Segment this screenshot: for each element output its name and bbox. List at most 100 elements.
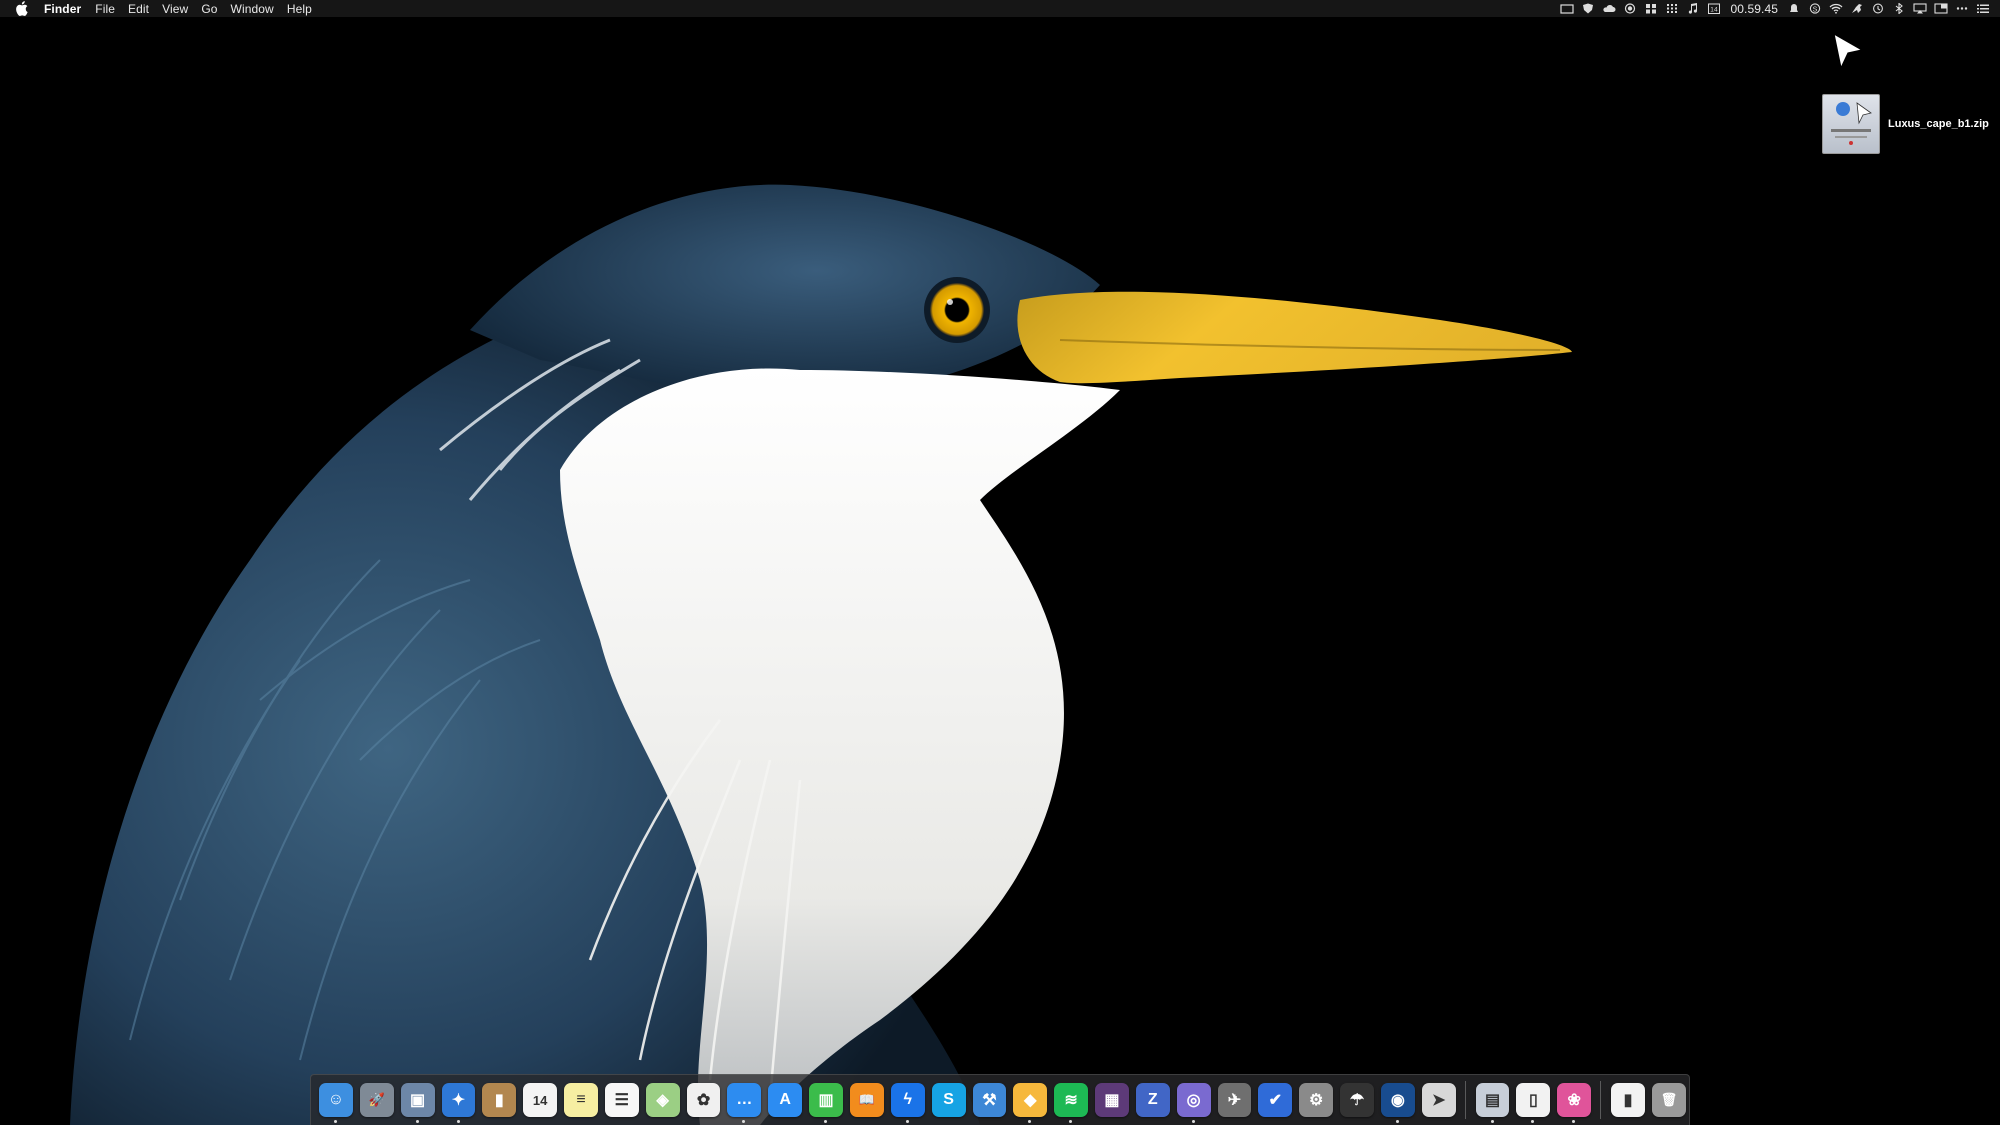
menu-edit[interactable]: Edit [128, 2, 149, 16]
browser-icon[interactable]: ◉ [1380, 1083, 1415, 1123]
wunderlist-check-icon[interactable]: ✔ [1258, 1083, 1293, 1117]
safari-icon[interactable]: ✦ [441, 1083, 476, 1123]
cursor-app-icon[interactable]: ➤ [1421, 1083, 1456, 1117]
desktop-file-label: Luxus_cape_b1.zip [1888, 118, 1989, 130]
photos-icon[interactable]: ✿ [686, 1083, 721, 1117]
textedit-icon[interactable]: Z [1135, 1083, 1170, 1117]
trash-icon[interactable]: 🗑 [1652, 1083, 1686, 1117]
calendar-icon[interactable]: 14 [1707, 3, 1721, 14]
zip-file-icon[interactable] [1822, 94, 1880, 154]
menu-app-finder[interactable]: Finder [44, 2, 81, 16]
numbers-icon[interactable]: ▥ [809, 1083, 843, 1123]
sketch-icon[interactable]: ◆ [1013, 1083, 1048, 1123]
dock-glyph: ▦ [1104, 1092, 1120, 1109]
messages-icon[interactable]: … [727, 1083, 762, 1123]
wifi-icon[interactable] [1829, 3, 1843, 14]
dock-glyph: ▮ [1623, 1092, 1633, 1109]
xcode-icon[interactable]: ⚒ [972, 1083, 1007, 1117]
reminders-icon[interactable]: ☰ [604, 1083, 639, 1117]
running-indicator [456, 1120, 460, 1123]
dock-glyph: ✦ [451, 1092, 466, 1109]
dock-glyph: ▣ [410, 1092, 426, 1109]
bluetooth-icon[interactable] [1892, 3, 1906, 14]
running-indicator [1069, 1120, 1073, 1123]
dock-glyph: ✿ [696, 1092, 711, 1109]
dock-glyph: … [736, 1091, 753, 1108]
books-icon[interactable]: 📖 [849, 1083, 884, 1117]
record-icon[interactable] [1623, 3, 1637, 14]
status-bar: 14 00.59.45 S [1560, 0, 1990, 17]
automator-icon[interactable]: ✈ [1217, 1083, 1252, 1117]
archive-icon[interactable]: ▮ [1611, 1083, 1645, 1117]
notes-icon[interactable]: ≡ [564, 1083, 598, 1117]
dock-glyph: ▤ [1484, 1092, 1501, 1109]
calendar-icon[interactable]: 14 [523, 1083, 558, 1117]
dock-glyph: ▯ [1528, 1092, 1538, 1109]
dock-glyph: 🗑 [1660, 1092, 1678, 1107]
running-indicator [824, 1120, 828, 1123]
menu-window[interactable]: Window [231, 2, 274, 16]
menu-bar: Finder File Edit View Go Window Help 14 … [0, 0, 2000, 17]
svg-text:14: 14 [1711, 7, 1719, 14]
list-icon[interactable] [1976, 3, 1990, 14]
dock-glyph: ◉ [1390, 1092, 1405, 1109]
dock-glyph: A [779, 1091, 791, 1108]
dock-separator [1464, 1081, 1466, 1119]
proxy-icon[interactable]: ◎ [1176, 1083, 1211, 1123]
skype-icon[interactable]: S [931, 1083, 966, 1117]
dock-glyph: ▥ [818, 1092, 834, 1109]
calculator-grid-icon[interactable] [1665, 3, 1679, 14]
document-icon[interactable]: ▯ [1516, 1083, 1551, 1123]
running-indicator [1531, 1120, 1535, 1123]
notification-icon[interactable] [1787, 3, 1801, 14]
maps-icon[interactable]: ◈ [645, 1083, 680, 1117]
finder-icon[interactable]: ☺ [319, 1083, 353, 1123]
system-preferences-icon[interactable]: ⚙ [1299, 1083, 1334, 1117]
launchpad-icon[interactable]: 🚀 [359, 1083, 394, 1117]
skype-status-icon[interactable]: S [1808, 3, 1822, 14]
photo-app-icon[interactable]: ❀ [1557, 1083, 1592, 1123]
dock-glyph: 📖 [858, 1092, 875, 1107]
grid-icon[interactable] [1644, 3, 1658, 14]
calculator-icon[interactable]: ▦ [1095, 1083, 1129, 1117]
running-indicator [742, 1120, 746, 1123]
contacts-icon[interactable]: ▮ [482, 1083, 517, 1117]
dock-glyph: ⚙ [1309, 1092, 1324, 1109]
more-icon[interactable] [1955, 3, 1969, 14]
running-indicator [415, 1120, 419, 1123]
dock-glyph: ☺ [327, 1091, 345, 1108]
cloud-icon[interactable] [1602, 3, 1616, 14]
preview-icon[interactable]: ▣ [400, 1083, 435, 1123]
spotify-icon[interactable]: ≋ [1054, 1083, 1089, 1123]
music-note-icon[interactable] [1686, 3, 1700, 14]
display-mirror-icon[interactable] [1934, 3, 1948, 14]
airplay-icon[interactable] [1913, 3, 1927, 14]
dock-glyph: Z [1147, 1091, 1158, 1108]
menu-view[interactable]: View [162, 2, 188, 16]
app-store-icon[interactable]: A [768, 1083, 803, 1117]
parachute-icon[interactable]: ☂ [1340, 1083, 1374, 1117]
mouse-pointer-icon [1833, 32, 1864, 70]
running-indicator [1028, 1120, 1032, 1123]
desktop-file-item[interactable]: Luxus_cape_b1.zip [1822, 94, 1989, 154]
apple-menu-icon[interactable] [15, 1, 28, 16]
shield-icon[interactable] [1581, 3, 1595, 14]
menu-help[interactable]: Help [287, 2, 312, 16]
dock-glyph: ◈ [656, 1092, 669, 1109]
dock-glyph: ✈ [1227, 1092, 1242, 1109]
dock-glyph: ◆ [1024, 1092, 1037, 1109]
menu-go[interactable]: Go [201, 2, 217, 16]
menu-file[interactable]: File [95, 2, 115, 16]
messenger-icon[interactable]: ϟ [890, 1083, 925, 1123]
dock-glyph: S [943, 1091, 954, 1108]
kangaroo-icon[interactable] [1850, 3, 1864, 14]
dock-glyph: ✔ [1268, 1092, 1283, 1109]
display-icon[interactable] [1560, 3, 1575, 14]
dock-glyph: ➤ [1432, 1092, 1446, 1109]
running-indicator [1572, 1120, 1576, 1123]
clock-text[interactable]: 00.59.45 [1730, 2, 1778, 16]
time-machine-icon[interactable] [1871, 3, 1885, 14]
image-folder-icon[interactable]: ▤ [1475, 1083, 1510, 1123]
dock-glyph: ☂ [1349, 1092, 1365, 1109]
dock-glyph: ☰ [614, 1092, 629, 1109]
